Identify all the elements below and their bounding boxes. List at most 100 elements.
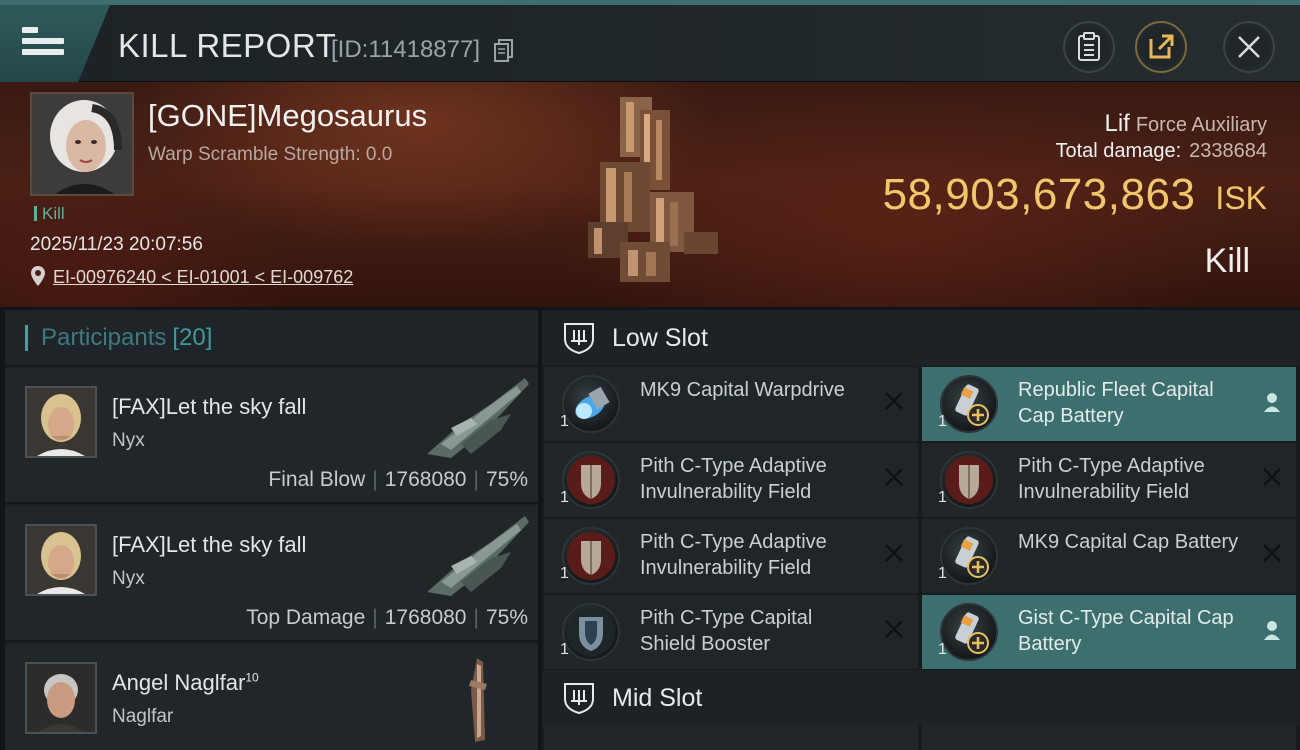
copy-icon[interactable] bbox=[494, 38, 514, 62]
module-item[interactable]: 1 Republic Fleet Capital Cap Battery bbox=[922, 367, 1296, 441]
participant-stats: Top Damage | 1768080 | 75% bbox=[246, 606, 528, 629]
share-button[interactable] bbox=[1135, 21, 1187, 73]
participant-name: [FAX]Let the sky fall bbox=[112, 394, 307, 419]
module-item[interactable]: 1 Pith C-Type Adaptive Invulnerability F… bbox=[922, 443, 1296, 517]
avatar bbox=[25, 386, 97, 458]
victim-banner: [GONE]Megosaurus Warp Scramble Strength:… bbox=[0, 82, 1300, 307]
close-icon bbox=[1238, 36, 1260, 58]
cap-battery-icon bbox=[940, 527, 998, 585]
menu-button[interactable] bbox=[22, 27, 64, 61]
clipboard-icon bbox=[1078, 32, 1100, 61]
destroyed-icon bbox=[885, 468, 903, 486]
low-slot-icon bbox=[564, 323, 594, 355]
participant-name: Angel Naglfar10 bbox=[112, 670, 259, 695]
module-name: Republic Fleet Capital Cap Battery bbox=[1018, 379, 1214, 427]
user-icon bbox=[1264, 621, 1280, 640]
module-name: Gist C-Type Capital Cap Battery bbox=[1018, 607, 1234, 655]
close-button[interactable] bbox=[1223, 21, 1275, 73]
victim-name[interactable]: [GONE]Megosaurus bbox=[148, 98, 427, 134]
mid-slot-icon bbox=[564, 683, 594, 715]
participant-ship: Naglfar bbox=[112, 706, 174, 727]
shield-booster-icon bbox=[562, 603, 620, 661]
invuln-field-icon bbox=[940, 451, 998, 509]
participant-role: Final Blow bbox=[268, 468, 366, 491]
destroyed-icon bbox=[1263, 468, 1281, 486]
module-name: Pith C-Type Adaptive Invulnerability Fie… bbox=[640, 455, 827, 503]
participant-damage: 1768080 bbox=[384, 606, 467, 629]
module-name: MK9 Capital Cap Battery bbox=[1018, 531, 1239, 553]
invuln-field-icon bbox=[562, 451, 620, 509]
participant-percent: 75% bbox=[485, 468, 528, 491]
module-name: Pith C-Type Adaptive Invulnerability Fie… bbox=[1018, 455, 1205, 503]
module-name: Pith C-Type Adaptive Invulnerability Fie… bbox=[640, 531, 827, 579]
module-item[interactable]: 1 Pith C-Type Adaptive Invulnerability F… bbox=[544, 443, 918, 517]
invuln-field-icon bbox=[562, 527, 620, 585]
ship-image bbox=[427, 516, 529, 596]
total-damage-value: 2338684 bbox=[1189, 140, 1267, 162]
participant-stats: Final Blow | 1768080 | 75% bbox=[268, 468, 528, 491]
ship-render bbox=[588, 97, 718, 282]
cap-battery-icon bbox=[940, 603, 998, 661]
ship-image bbox=[469, 658, 487, 742]
low-slot-header: Low Slot bbox=[542, 310, 1300, 366]
location-link[interactable]: EI-00976240 < EI-01001 < EI-009762 bbox=[53, 267, 353, 288]
total-damage: Total damage: 2338684 bbox=[1055, 140, 1267, 163]
participant-level: 10 bbox=[245, 670, 259, 685]
ship-class: Force Auxiliary bbox=[1135, 114, 1267, 136]
isk-value: 58,903,673,863 bbox=[882, 170, 1196, 219]
participant-role: Top Damage bbox=[246, 606, 366, 629]
total-damage-label: Total damage: bbox=[1055, 140, 1182, 162]
module-item[interactable]: 1 MK9 Capital Cap Battery bbox=[922, 519, 1296, 593]
report-id: [ID:11418877] bbox=[331, 36, 481, 63]
destroyed-icon bbox=[885, 620, 903, 638]
participant-row[interactable]: Angel Naglfar10 Naglfar bbox=[5, 644, 538, 750]
destroyed-icon bbox=[885, 544, 903, 562]
participants-title: Participants bbox=[41, 323, 167, 351]
module-item[interactable]: 1 MK9 Capital Warpdrive bbox=[544, 367, 918, 441]
isk-unit: ISK bbox=[1215, 180, 1267, 216]
mid-slot-title: Mid Slot bbox=[612, 683, 703, 712]
module-item[interactable]: 1 Pith C-Type Capital Shield Booster bbox=[544, 595, 918, 669]
warpdrive-icon bbox=[562, 375, 620, 433]
page-title: KILL REPORT bbox=[118, 27, 337, 64]
participants-count: [20] bbox=[172, 323, 213, 351]
destroyed-icon bbox=[1263, 544, 1281, 562]
mid-slot-header: Mid Slot bbox=[542, 670, 1300, 726]
participant-ship: Nyx bbox=[112, 430, 145, 451]
module-row-partial bbox=[542, 725, 1300, 750]
avatar bbox=[25, 662, 97, 734]
cap-battery-icon bbox=[940, 375, 998, 433]
participant-percent: 75% bbox=[485, 606, 528, 629]
module-item[interactable]: 1 Gist C-Type Capital Cap Battery bbox=[922, 595, 1296, 669]
participant-name: [FAX]Let the sky fall bbox=[112, 532, 307, 557]
avatar bbox=[25, 524, 97, 596]
top-bar: KILL REPORT [ID:11418877] bbox=[0, 0, 1300, 82]
victim-portrait[interactable] bbox=[30, 92, 134, 196]
menu-icon bbox=[22, 27, 38, 33]
module-name: Pith C-Type Capital Shield Booster bbox=[640, 607, 813, 655]
user-icon bbox=[1264, 393, 1280, 412]
clipboard-button[interactable] bbox=[1063, 21, 1115, 73]
low-slot-title: Low Slot bbox=[612, 323, 708, 352]
ship-name: Lif bbox=[1104, 110, 1130, 137]
participant-row[interactable]: [FAX]Let the sky fall Nyx Final Blow | 176… bbox=[5, 368, 538, 504]
participant-row[interactable]: [FAX]Let the sky fall Nyx Top Damage | 176… bbox=[5, 506, 538, 642]
destroyed-icon bbox=[885, 392, 903, 410]
fitting-panel: Low Slot 1 MK9 Capital Warpdrive 1 Repub… bbox=[542, 310, 1300, 750]
participant-damage: 1768080 bbox=[384, 468, 467, 491]
kill-tag: Kill bbox=[34, 204, 65, 224]
ship-image bbox=[427, 378, 529, 458]
participants-panel: Participants [20] [FAX]Let the sky fall … bbox=[5, 310, 538, 750]
participants-header[interactable]: Participants [20] bbox=[5, 310, 538, 366]
participant-ship: Nyx bbox=[112, 568, 145, 589]
warp-scramble-strength: Warp Scramble Strength: 0.0 bbox=[148, 144, 393, 165]
module-item[interactable]: 1 Pith C-Type Adaptive Invulnerability F… bbox=[544, 519, 918, 593]
kill-timestamp: 2025/11/23 20:07:56 bbox=[30, 234, 203, 255]
isk-value-row: 58,903,673,863 ISK bbox=[883, 170, 1267, 220]
share-icon bbox=[1149, 34, 1174, 59]
outcome-label: Kill bbox=[1204, 242, 1250, 280]
ship-type: Lif Force Auxiliary bbox=[1104, 110, 1267, 138]
avatar bbox=[32, 94, 132, 194]
location-pin-icon bbox=[31, 266, 45, 286]
module-name: MK9 Capital Warpdrive bbox=[640, 379, 845, 401]
